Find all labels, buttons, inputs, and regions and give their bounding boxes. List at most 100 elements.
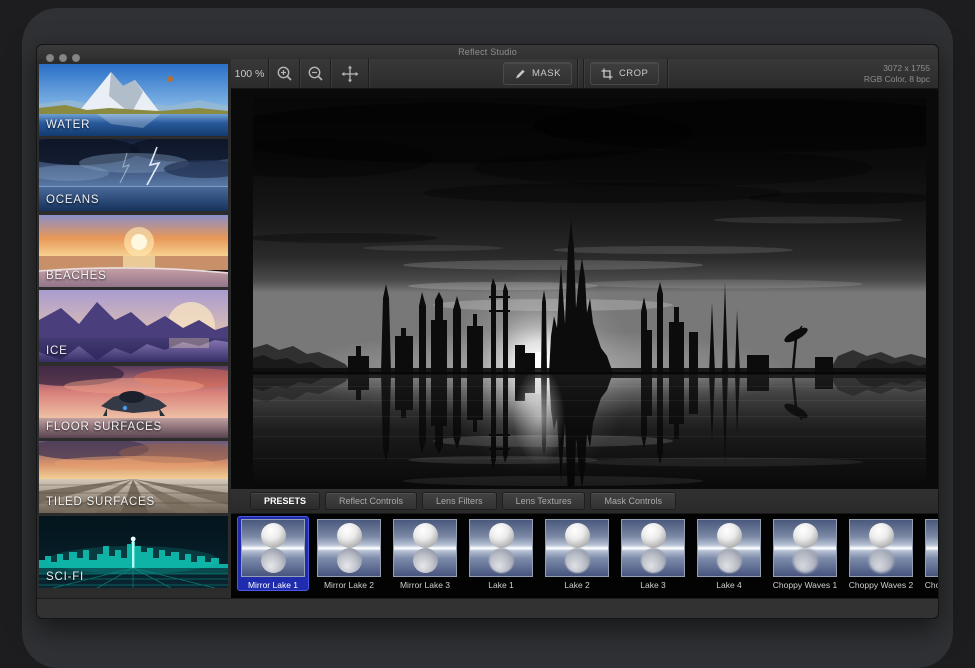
magnifier-minus-icon: [307, 65, 324, 82]
preset-thumbnail: [469, 519, 533, 577]
tab-mask-controls[interactable]: Mask Controls: [590, 492, 676, 510]
sphere-graphic: [489, 523, 514, 548]
preset-mirror-lake-1[interactable]: Mirror Lake 1: [237, 516, 309, 591]
mask-button[interactable]: MASK: [503, 62, 572, 85]
tab-lens-textures[interactable]: Lens Textures: [502, 492, 586, 510]
preset-thumbnail: [393, 519, 457, 577]
preset-choppy-waves-2[interactable]: Choppy Waves 2: [845, 516, 917, 591]
preset-mirror-lake-3[interactable]: Mirror Lake 3: [389, 516, 461, 591]
preset-label: Lake 1: [488, 580, 514, 590]
sidebar-item-floor-surfaces[interactable]: FLOOR SURFACES: [39, 366, 228, 438]
tab-label: PRESETS: [264, 496, 306, 506]
window-footer: [37, 598, 938, 618]
sphere-reflection-graphic: [565, 548, 590, 573]
magnifier-plus-icon: [276, 65, 293, 82]
preset-thumbnail: [621, 519, 685, 577]
sidebar-item-water[interactable]: WATER: [39, 64, 228, 136]
sphere-reflection-graphic: [869, 548, 894, 573]
preset-thumbnail: [773, 519, 837, 577]
preset-choppy-waves-3[interactable]: Choppy Waves 3: [921, 516, 938, 591]
preset-thumbnail: [317, 519, 381, 577]
sphere-reflection-graphic: [413, 548, 438, 573]
tab-presets[interactable]: PRESETS: [250, 492, 320, 510]
minimize-button[interactable]: [59, 54, 67, 62]
sphere-reflection-graphic: [337, 548, 362, 573]
preset-label: Choppy Waves 3: [925, 580, 938, 590]
sidebar-item-tiled-surfaces[interactable]: TILED SURFACES: [39, 441, 228, 513]
preset-label: Lake 3: [640, 580, 666, 590]
sphere-graphic: [641, 523, 666, 548]
tab-reflect-controls[interactable]: Reflect Controls: [325, 492, 417, 510]
sphere-reflection-graphic: [489, 548, 514, 573]
sidebar-item-sci-fi[interactable]: SCI-FI: [39, 516, 228, 588]
image-info: 3072 x 1755 RGB Color, 8 bpc: [668, 63, 938, 85]
sidebar-item-label: WATER: [46, 119, 90, 131]
preset-thumbnail: [849, 519, 913, 577]
preset-lake-4[interactable]: Lake 4: [693, 516, 765, 591]
preset-strip: Mirror Lake 1 Mirror Lake 2 Mirror Lake …: [231, 513, 938, 598]
preset-lake-2[interactable]: Lake 2: [541, 516, 613, 591]
sidebar-item-ice[interactable]: ICE: [39, 290, 228, 362]
toolbar-divider: [583, 59, 584, 88]
titlebar[interactable]: Reflect Studio: [37, 45, 938, 60]
preset-thumbnail: [697, 519, 761, 577]
crop-button-label: CROP: [619, 68, 648, 79]
preset-label: Choppy Waves 1: [773, 580, 837, 590]
traffic-lights: [46, 54, 80, 62]
tab-label: Reflect Controls: [339, 496, 403, 506]
sidebar-item-beaches[interactable]: BEACHES: [39, 215, 228, 287]
window-title: Reflect Studio: [37, 47, 938, 57]
mask-button-label: MASK: [532, 68, 561, 79]
preset-thumbnail: [925, 519, 938, 577]
preset-label: Mirror Lake 1: [248, 580, 298, 590]
preset-lake-1[interactable]: Lake 1: [465, 516, 537, 591]
image-color-mode: RGB Color, 8 bpc: [668, 74, 930, 85]
preset-lake-3[interactable]: Lake 3: [617, 516, 689, 591]
city-reflection-image: [253, 98, 926, 487]
sphere-reflection-graphic: [261, 548, 286, 573]
zoom-level-readout[interactable]: 100 %: [231, 68, 268, 80]
sidebar-item-label: TILED SURFACES: [46, 496, 155, 508]
zoom-button[interactable]: [72, 54, 80, 62]
sidebar-item-label: OCEANS: [46, 194, 99, 206]
toolbar-divider: [577, 59, 578, 88]
brush-icon: [514, 68, 526, 80]
sphere-graphic: [565, 523, 590, 548]
tab-lens-filters[interactable]: Lens Filters: [422, 492, 497, 510]
sidebar-item-label: SCI-FI: [46, 571, 84, 583]
preset-label: Mirror Lake 3: [400, 580, 450, 590]
app-window: Reflect Studio: [36, 44, 939, 619]
sidebar-item-label: FLOOR SURFACES: [46, 421, 162, 433]
toolbar-divider: [368, 59, 369, 88]
preset-label: Lake 2: [564, 580, 590, 590]
canvas-area[interactable]: [231, 89, 938, 489]
tab-label: Mask Controls: [604, 496, 662, 506]
crop-icon: [601, 68, 613, 80]
monitor-screen: Reflect Studio: [22, 8, 953, 668]
zoom-out-button[interactable]: [300, 65, 330, 82]
sphere-graphic: [793, 523, 818, 548]
zoom-in-button[interactable]: [269, 65, 299, 82]
sphere-reflection-graphic: [641, 548, 666, 573]
close-button[interactable]: [46, 54, 54, 62]
preset-label: Choppy Waves 2: [849, 580, 913, 590]
sphere-reflection-graphic: [793, 548, 818, 573]
sphere-graphic: [337, 523, 362, 548]
sphere-graphic: [717, 523, 742, 548]
sphere-reflection-graphic: [717, 548, 742, 573]
sidebar-item-oceans[interactable]: OCEANS: [39, 139, 228, 211]
preset-label: Mirror Lake 2: [324, 580, 374, 590]
preset-label: Lake 4: [716, 580, 742, 590]
canvas-image[interactable]: [253, 98, 926, 487]
preset-choppy-waves-1[interactable]: Choppy Waves 1: [769, 516, 841, 591]
four-way-arrows-icon: [341, 65, 359, 83]
tab-label: Lens Textures: [516, 496, 572, 506]
sidebar-item-label: BEACHES: [46, 270, 107, 282]
sphere-graphic: [413, 523, 438, 548]
crop-button[interactable]: CROP: [590, 62, 659, 85]
preset-mirror-lake-2[interactable]: Mirror Lake 2: [313, 516, 385, 591]
sphere-graphic: [261, 523, 286, 548]
move-tool-button[interactable]: [331, 65, 368, 83]
image-dimensions: 3072 x 1755: [668, 63, 930, 74]
toolbar: 100 %: [231, 59, 938, 89]
